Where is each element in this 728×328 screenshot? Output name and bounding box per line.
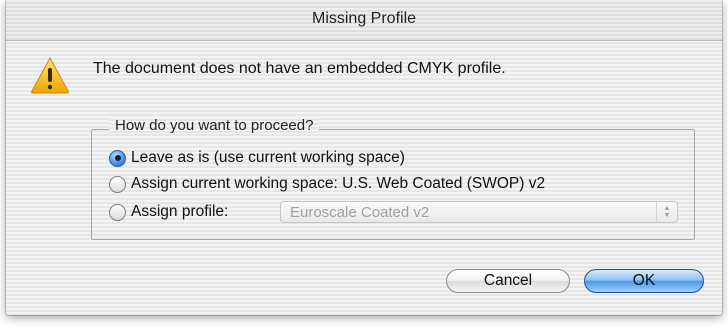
option-label: Assign profile: — [131, 203, 229, 220]
warning-triangle-icon — [31, 56, 69, 94]
radio-assign-working-space[interactable] — [109, 175, 126, 193]
dialog-title: Missing Profile — [311, 10, 417, 27]
option-leave-as-is[interactable]: Leave as is (use current working space) — [109, 147, 405, 169]
option-assign-profile[interactable]: Assign profile: — [109, 201, 228, 223]
option-assign-working-space[interactable]: Assign current working space: U.S. Web C… — [109, 173, 545, 195]
radio-assign-profile[interactable] — [109, 203, 126, 221]
title-bar[interactable]: Missing Profile — [6, 0, 722, 41]
updown-arrows-icon: ▲ ▼ — [656, 202, 677, 222]
profile-select-value: Euroscale Coated v2 — [290, 204, 430, 221]
ok-button[interactable]: OK — [584, 269, 704, 293]
option-label: Leave as is (use current working space) — [131, 149, 405, 166]
option-label: Assign current working space: U.S. Web C… — [131, 175, 546, 192]
profile-select[interactable]: Euroscale Coated v2 ▲ ▼ — [280, 201, 678, 223]
radio-leave-as-is[interactable] — [109, 149, 126, 167]
cancel-button[interactable]: Cancel — [446, 269, 570, 293]
group-legend: How do you want to proceed? — [109, 117, 320, 134]
dialog-message: The document does not have an embedded C… — [93, 60, 506, 77]
